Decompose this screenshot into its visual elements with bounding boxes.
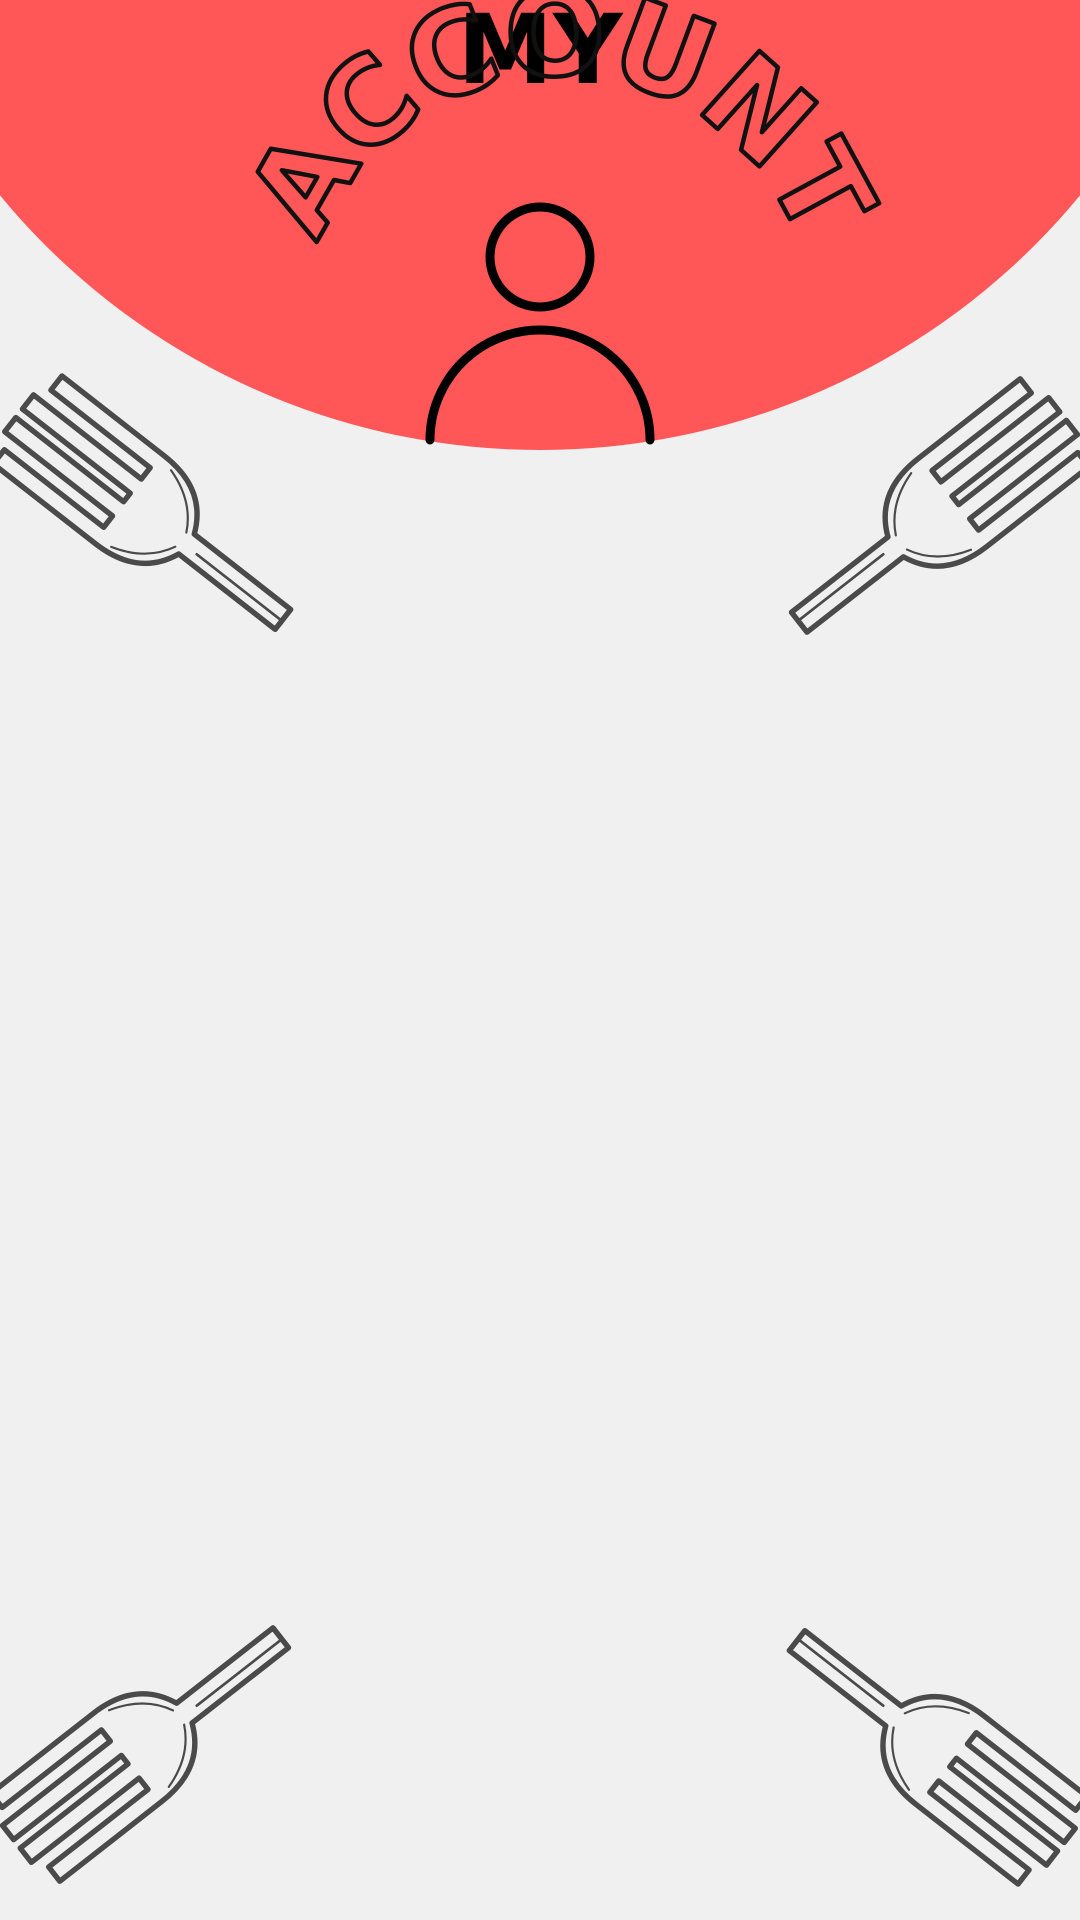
user-avatar-icon[interactable] [420,200,660,450]
fork-icon [0,1625,292,1884]
fork-icon [0,373,294,633]
my-account-screen: MY ACCOUNT [0,0,1080,1920]
fork-icon [788,376,1080,635]
fork-icon [786,1627,1080,1887]
